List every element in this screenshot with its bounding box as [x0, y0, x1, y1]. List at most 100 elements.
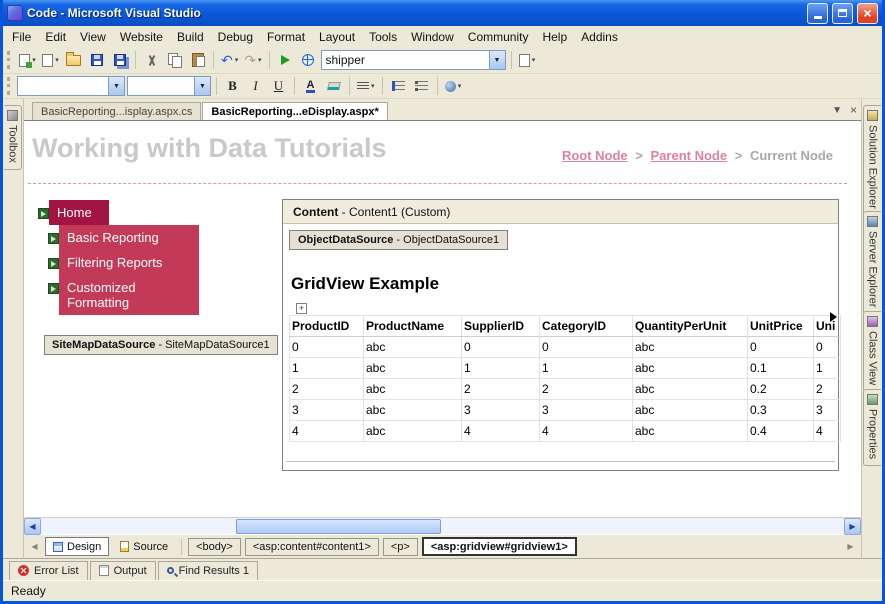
undo-button[interactable]: ↶ ▾ [219, 50, 240, 71]
menu-tools[interactable]: Tools [362, 28, 404, 46]
toolbar-search-value: shipper [325, 53, 365, 67]
highlight-icon [326, 82, 341, 90]
menu-item-basic-reporting[interactable]: Basic Reporting [48, 225, 199, 250]
doc-tab-aspx[interactable]: BasicReporting...eDisplay.aspx* [202, 102, 388, 121]
properties-tab[interactable]: Properties [863, 389, 881, 467]
save-all-button[interactable] [109, 50, 130, 71]
server-explorer-tab[interactable]: Server Explorer [863, 211, 881, 315]
minimize-button[interactable] [807, 2, 828, 24]
toolbox-tab[interactable]: Toolbox [4, 105, 22, 170]
bold-icon: B [228, 78, 237, 93]
standard-toolbar: ▾ ▾ ↶ ▾ ↷ ▾ shipper ▼ ▾ [3, 47, 882, 74]
horizontal-scrollbar[interactable]: ◀ ▶ [24, 517, 861, 535]
scroll-left-button[interactable]: ◀ [24, 518, 41, 535]
underline-icon: U [273, 78, 284, 93]
grid-cell: abc [632, 420, 748, 442]
tag-scroll-left-icon[interactable]: ◀ [28, 539, 41, 555]
find-in-files-button[interactable]: ▾ [517, 50, 538, 71]
copy-button[interactable] [164, 50, 185, 71]
menu-view[interactable]: View [73, 28, 113, 46]
block-format-combobox[interactable]: ▼ [17, 76, 125, 96]
tag-asp-content[interactable]: <asp:content#content1> [244, 537, 379, 556]
browse-button[interactable] [298, 50, 319, 71]
redo-button[interactable]: ↷ ▾ [242, 50, 263, 71]
menu-item-customized-formatting[interactable]: Customized Formatting [48, 275, 199, 315]
font-color-button[interactable]: A [300, 76, 321, 97]
grid-cell: abc [632, 336, 748, 358]
menu-help[interactable]: Help [535, 28, 574, 46]
menu-window[interactable]: Window [404, 28, 461, 46]
class-view-tab[interactable]: Class View [863, 311, 881, 393]
bullet-list-icon [414, 81, 428, 91]
menu-addins[interactable]: Addins [574, 28, 625, 46]
new-project-button[interactable]: ▾ [17, 50, 38, 71]
add-item-button[interactable]: ▾ [40, 50, 61, 71]
breadcrumb-root-link[interactable]: Root Node [562, 148, 628, 163]
bold-button[interactable]: B [222, 76, 243, 97]
paste-button[interactable] [187, 50, 208, 71]
menu-community[interactable]: Community [461, 28, 536, 46]
italic-button[interactable]: I [245, 76, 266, 97]
menu-file[interactable]: File [5, 28, 38, 46]
gridview-select-icon[interactable]: + [296, 303, 307, 314]
breadcrumb-parent-link[interactable]: Parent Node [651, 148, 728, 163]
content-placeholder[interactable]: Content - Content1 (Custom) ObjectDataSo… [282, 199, 841, 471]
design-view-button[interactable]: Design [45, 537, 110, 556]
gridview-table[interactable]: ProductID ProductName SupplierID Categor… [289, 315, 841, 442]
combo-dropdown-icon[interactable]: ▼ [194, 77, 210, 95]
menu-build[interactable]: Build [170, 28, 211, 46]
title-bar[interactable]: Code - Microsoft Visual Studio × [3, 0, 882, 26]
solution-explorer-tab[interactable]: Solution Explorer [863, 105, 881, 216]
align-button[interactable]: ▾ [355, 76, 377, 97]
maximize-button[interactable] [832, 2, 853, 24]
tab-find-results[interactable]: Find Results 1 [157, 560, 258, 580]
tag-p[interactable]: <p> [382, 537, 418, 556]
find-icon [518, 53, 530, 67]
tag-scroll-right-icon[interactable]: ▶ [844, 539, 857, 555]
menu-item-home[interactable]: Home [38, 200, 199, 225]
menu-website[interactable]: Website [113, 28, 170, 46]
grid-header: UnitPrice [747, 315, 814, 337]
tab-list-dropdown-icon[interactable]: ▼ [832, 105, 842, 116]
scrollbar-thumb[interactable] [236, 519, 441, 534]
right-tool-strip: Solution Explorer Server Explorer Class … [862, 99, 882, 558]
tag-body[interactable]: <body> [188, 537, 241, 556]
sitemapdatasource-control[interactable]: SiteMapDataSource - SiteMapDataSource1 [44, 335, 278, 355]
font-name-combobox[interactable]: ▼ [127, 76, 211, 96]
save-button[interactable] [86, 50, 107, 71]
source-view-button[interactable]: Source [113, 537, 175, 556]
start-debug-button[interactable] [275, 50, 296, 71]
open-file-button[interactable] [63, 50, 84, 71]
numbered-list-button[interactable] [388, 76, 409, 97]
menu-expand-arrow-icon [48, 233, 59, 244]
content-placeholder-header[interactable]: Content - Content1 (Custom) [283, 200, 838, 224]
combo-dropdown-icon[interactable]: ▼ [108, 77, 124, 95]
highlight-button[interactable] [323, 76, 344, 97]
tag-asp-gridview[interactable]: <asp:gridview#gridview1> [421, 537, 577, 556]
objectdatasource-control[interactable]: ObjectDataSource - ObjectDataSource1 [289, 230, 509, 250]
design-surface[interactable]: Working with Data Tutorials Root Node > … [24, 120, 861, 517]
close-button[interactable]: × [857, 2, 878, 24]
left-tool-strip: Toolbox [3, 99, 23, 558]
close-document-icon[interactable]: × [850, 103, 857, 117]
menu-format[interactable]: Format [260, 28, 312, 46]
view-switch-bar: ◀ Design Source <body> <asp:content#cont… [24, 534, 861, 558]
tab-error-list[interactable]: Error List [9, 560, 88, 580]
page-title: Working with Data Tutorials [32, 133, 387, 163]
underline-button[interactable]: U [268, 76, 289, 97]
toolbar-search-combobox[interactable]: shipper ▼ [320, 50, 506, 70]
menu-item-filtering-reports[interactable]: Filtering Reports [48, 250, 199, 275]
scroll-right-button[interactable]: ▶ [844, 518, 861, 535]
tab-output[interactable]: Output [89, 560, 156, 580]
save-icon [90, 54, 103, 66]
toolbar-grip[interactable] [7, 77, 12, 95]
menu-layout[interactable]: Layout [312, 28, 362, 46]
doc-tab-codebehind[interactable]: BasicReporting...isplay.aspx.cs [32, 102, 202, 120]
style-button[interactable]: ▾ [443, 76, 464, 97]
menu-edit[interactable]: Edit [38, 28, 73, 46]
combo-dropdown-icon[interactable]: ▼ [488, 51, 505, 69]
menu-debug[interactable]: Debug [211, 28, 260, 46]
bullet-list-button[interactable] [411, 76, 432, 97]
cut-button[interactable] [141, 50, 162, 71]
toolbar-grip[interactable] [7, 51, 12, 69]
